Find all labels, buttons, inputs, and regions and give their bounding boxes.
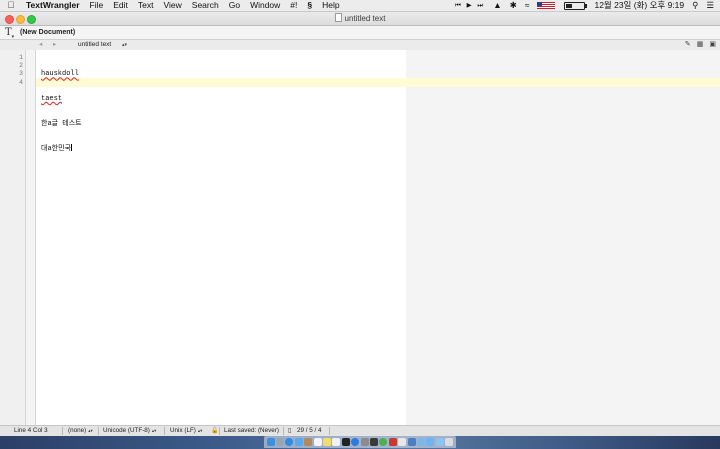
document-stats-icon[interactable]: ▯ [288,426,291,436]
chevron-updown-icon: ▴▾ [151,428,157,433]
window-title-text: untitled text [344,14,386,23]
line-endings-label: Unix (LF) [170,427,196,434]
dock [264,436,456,448]
terminal-icon[interactable] [341,438,350,446]
stack-icon[interactable]: ▦ [697,40,704,50]
trash-icon[interactable] [445,438,454,446]
cursor-position[interactable]: Line 4 Col 3 [14,426,48,436]
split-view-icon[interactable]: ▣ [709,40,716,50]
chevron-updown-icon: ▴▾ [88,428,93,433]
menu-view[interactable]: View [159,0,187,11]
document-state-label: (New Document) [20,29,76,36]
window-title: untitled text [0,12,720,25]
menu-text[interactable]: Text [133,0,159,11]
divider [283,427,284,435]
text-editing-area[interactable] [36,50,406,425]
menu-help[interactable]: Help [317,0,344,11]
page-guide-region[interactable] [406,50,720,425]
lock-icon[interactable]: 🔓 [211,426,218,436]
language-label: (none) [68,427,87,434]
encoding-label: Unicode (UTF-8) [103,427,150,434]
menu-go[interactable]: Go [224,0,245,11]
script-menu-icon[interactable]: § [302,0,317,11]
folder-icon[interactable] [426,438,435,446]
menu-shebang[interactable]: #! [285,0,302,11]
quicktime-icon[interactable] [369,438,378,446]
document-popup-menu[interactable]: untitled text [78,40,111,50]
navbar-tools: ✎ ▦ ▣ [685,40,716,50]
divider [164,427,165,435]
safari-icon[interactable] [285,438,294,446]
chevron-updown-icon: ▴▾ [197,428,203,433]
status-bar: Line 4 Col 3 (none) ▴▾ Unicode (UTF-8) ▴▾ … [0,425,720,436]
divider [219,427,220,435]
wifi-icon[interactable]: ≈ [521,0,534,11]
reminders-icon[interactable] [332,438,341,446]
media-controls-icon[interactable]: ⏮ ▶ ⏭ [451,0,489,11]
preview-icon[interactable] [416,438,425,446]
line-endings-popup[interactable]: Unix (LF) ▴▾ [170,426,202,436]
notification-center-icon[interactable]: ☰ [702,0,718,11]
line-number: 3 [19,70,23,78]
mail-icon[interactable] [294,438,303,446]
text-line[interactable]: hauskdoll [41,70,79,78]
system-preferences-icon[interactable] [360,438,369,446]
language-popup[interactable]: (none) ▴▾ [68,426,93,436]
line-number-column: 1 2 3 4 [0,54,23,87]
back-arrow-icon[interactable]: ◂ [39,40,42,50]
current-line-highlight [36,78,720,87]
menu-edit[interactable]: Edit [108,0,133,11]
document-toolbar: T▾ (New Document) [0,26,720,40]
xcode-icon[interactable] [407,438,416,446]
chrome-icon[interactable] [379,438,388,446]
document-stats[interactable]: 29 / 5 / 4 [297,426,322,436]
menubar-datetime[interactable]: 12월 23일 (화) 오후 9:19 [590,0,688,11]
divider [62,427,63,435]
battery-icon[interactable] [564,1,588,10]
text-cursor [70,144,72,152]
text-line[interactable]: 한a글 테스트 [41,120,82,128]
menu-search[interactable]: Search [187,0,224,11]
document-text[interactable]: hauskdoll taest 한a글 테스트 대a한민국 [41,54,82,161]
pencil-icon[interactable]: ✎ [685,40,691,50]
document-proxy-icon[interactable] [334,13,342,22]
contacts-icon[interactable] [304,438,313,446]
text-line[interactable]: 대a한민국 [41,145,71,153]
calendar-icon[interactable] [313,438,322,446]
line-number: 2 [19,62,23,70]
menu-extras: ⏮ ▶ ⏭ ▲ ✱ ≈ 12월 23일 (화) 오후 9:19 ⚲ ☰ [451,0,718,11]
divider [98,427,99,435]
menu-bar:  TextWrangler File Edit Text View Searc… [0,0,720,12]
chevron-updown-icon[interactable]: ▴▾ [122,40,127,50]
line-number: 1 [19,54,23,61]
menu-window[interactable]: Window [245,0,285,11]
text-line[interactable]: taest [41,95,62,103]
spotlight-icon[interactable]: ⚲ [688,0,702,11]
menu-file[interactable]: File [85,0,109,11]
textwrangler-icon[interactable] [398,438,407,446]
us-flag-icon[interactable] [537,2,556,9]
finder-icon[interactable] [266,438,275,446]
sidebar-strip [0,50,26,425]
forward-arrow-icon[interactable]: ▸ [53,40,56,50]
notes-icon[interactable] [323,438,332,446]
last-saved-label: Last saved: (Never) [224,427,279,434]
notification-icon[interactable]: ▲ [489,0,505,11]
fold-gutter[interactable] [26,50,36,425]
app-store-icon[interactable] [351,438,360,446]
line-number: 4 [19,78,23,86]
downloads-icon[interactable] [435,438,444,446]
filezilla-icon[interactable] [388,438,397,446]
window-titlebar[interactable]: untitled text [0,12,720,26]
encoding-popup[interactable]: Unicode (UTF-8) ▴▾ [103,426,156,436]
bluetooth-icon[interactable]: ✱ [506,0,521,11]
menu-textwrangler[interactable]: TextWrangler [22,0,85,11]
apple-logo-icon[interactable]:  [0,0,22,11]
divider [329,427,330,435]
launchpad-icon[interactable] [276,438,285,446]
